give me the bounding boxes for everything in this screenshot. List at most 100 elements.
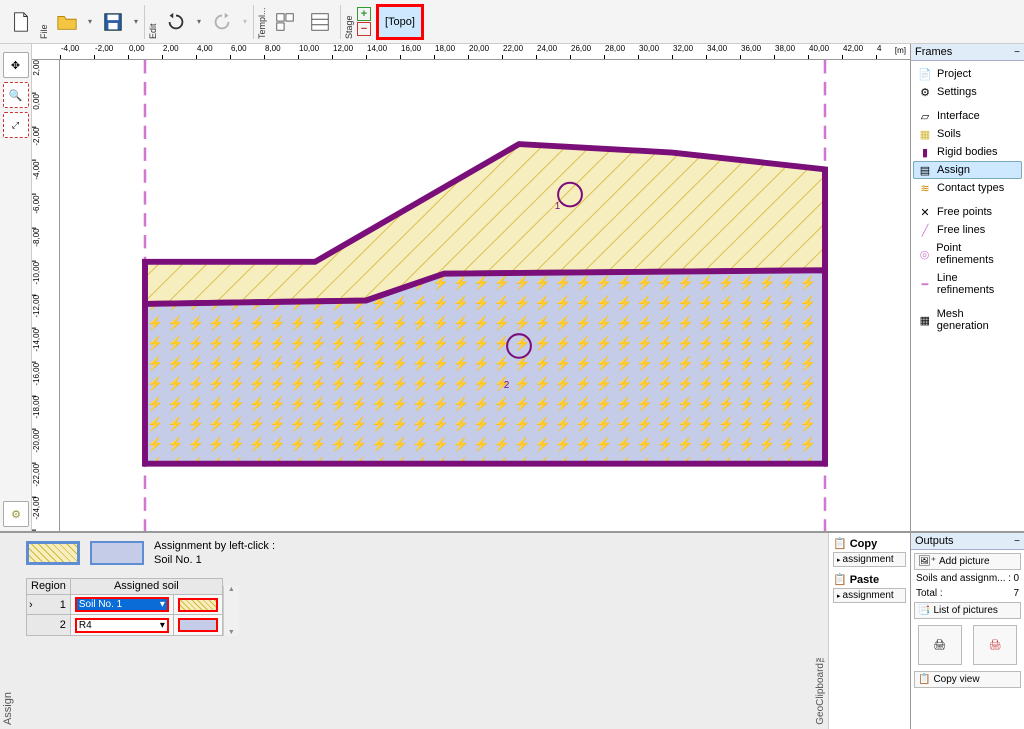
frames-title: Frames − <box>911 44 1024 61</box>
mesh-icon: ▦ <box>918 314 932 326</box>
undo-button[interactable] <box>159 2 193 42</box>
geometry-svg: ⚡ <box>60 60 910 531</box>
frames-panel: Frames − 📄Project ⚙Settings ▱Interface ▦… <box>910 44 1024 531</box>
print-button-2[interactable]: 🖨 <box>973 625 1017 665</box>
pan-tool[interactable]: ✥ <box>3 52 29 78</box>
contact-icon: ≋ <box>918 182 932 194</box>
soil1-swatch[interactable] <box>26 541 80 565</box>
stage-remove-button[interactable]: − <box>357 22 371 36</box>
outputs-collapse[interactable]: − <box>1014 536 1020 547</box>
fit-view-tool[interactable]: ⤢ <box>3 112 29 138</box>
move-icon: ✥ <box>11 59 20 72</box>
open-file-dropdown[interactable]: ▾ <box>85 2 95 42</box>
print-button-1[interactable]: 🖨 <box>918 625 962 665</box>
outputs-title: Outputs − <box>911 533 1024 550</box>
paste-heading: Paste <box>850 574 879 586</box>
undo-dropdown[interactable]: ▾ <box>194 2 204 42</box>
freelines-icon: ╱ <box>918 224 932 236</box>
geoclipboard-panel: 📋Copy ▸assignment 📋Paste ▸assignment <box>828 533 910 729</box>
folder-open-icon <box>56 11 78 33</box>
file-menu-label[interactable]: File <box>39 5 49 39</box>
view-toolbar: ✥ 🔍 ⤢ ⚙ <box>0 44 32 531</box>
soils-count: 0 <box>1013 573 1019 584</box>
zoom-window-tool[interactable]: 🔍 <box>3 82 29 108</box>
add-picture-button[interactable]: 🖼⁺Add picture <box>914 553 1021 570</box>
stage-menu-label[interactable]: Stage <box>344 5 354 39</box>
assign-hint-2: Soil No. 1 <box>154 553 275 567</box>
soil2-swatch[interactable] <box>90 541 144 565</box>
copy-heading: Copy <box>850 538 878 550</box>
row1-swatch[interactable] <box>178 598 218 612</box>
pointref-icon: ◎ <box>918 248 931 260</box>
region-2-label: 2 <box>504 380 510 391</box>
main-toolbar: File ▾ ▾ Edit ▾ ▾ Templ... Stage + − [To… <box>0 0 1024 44</box>
assign-panel: Assign Assignment by left-click : Soil N… <box>0 533 816 729</box>
frame-soils[interactable]: ▦Soils <box>913 125 1022 143</box>
soil-select-row2[interactable]: R4▾ <box>75 618 169 633</box>
new-file-button[interactable] <box>4 2 38 42</box>
geoclipboard-label: GeoClipboard™ <box>815 652 826 725</box>
frame-project[interactable]: 📄Project <box>913 65 1022 83</box>
interface-icon: ▱ <box>918 110 932 122</box>
table-scrollbar[interactable]: ▲▼ <box>223 586 239 636</box>
row2-swatch[interactable] <box>178 618 218 632</box>
templ-menu-label[interactable]: Templ... <box>257 5 267 39</box>
copy-view-button[interactable]: 📋Copy view <box>914 671 1021 688</box>
redo-dropdown[interactable]: ▾ <box>240 2 250 42</box>
ruler-vertical: 2,000,00-2,00-4,00-6,00-8,00-10,00-12,00… <box>32 60 60 531</box>
template-button-1[interactable] <box>268 2 302 42</box>
frame-mesh-generation[interactable]: ▦Mesh generation <box>913 305 1022 335</box>
assign-icon: ▤ <box>918 164 932 176</box>
frame-interface[interactable]: ▱Interface <box>913 107 1022 125</box>
template-icon <box>274 11 296 33</box>
printer-icon: 🖨 <box>933 640 946 651</box>
stage-add-button[interactable]: + <box>357 7 371 21</box>
outputs-panel: Outputs − 🖼⁺Add picture Soils and assign… <box>910 533 1024 729</box>
ruler-horizontal: -4,00-2,000,002,004,006,008,0010,0012,00… <box>32 44 910 60</box>
edit-menu-label[interactable]: Edit <box>148 5 158 39</box>
table-row[interactable]: 2 R4▾ <box>27 615 223 635</box>
assign-hint-1: Assignment by left-click : <box>154 539 275 553</box>
list-pictures-button[interactable]: 📑List of pictures <box>914 602 1021 619</box>
fit-icon: ⤢ <box>12 120 19 131</box>
frame-assign[interactable]: ▤Assign <box>913 161 1022 179</box>
gear-icon: ⚙ <box>11 508 21 521</box>
save-dropdown[interactable]: ▾ <box>131 2 141 42</box>
table-row[interactable]: ›1 Soil No. 1▾ <box>27 595 223 615</box>
redo-button[interactable] <box>205 2 239 42</box>
gear-icon: ⚙ <box>918 86 932 98</box>
project-icon: 📄 <box>918 68 932 80</box>
frame-free-points[interactable]: ✕Free points <box>913 203 1022 221</box>
region-table: Region Assigned soil ›1 Soil No. 1▾ 2 R4… <box>26 578 223 636</box>
col-assigned: Assigned soil <box>70 578 222 595</box>
topo-stage-button[interactable]: [Topo] <box>376 4 424 40</box>
frame-point-refinements[interactable]: ◎Point refinements <box>913 239 1022 269</box>
model-canvas[interactable]: -4,00-2,000,002,004,006,008,0010,0012,00… <box>32 44 910 531</box>
save-button[interactable] <box>96 2 130 42</box>
rigid-icon: ▮ <box>918 146 932 158</box>
template2-icon <box>309 11 331 33</box>
open-file-button[interactable] <box>50 2 84 42</box>
frames-collapse[interactable]: − <box>1014 47 1020 58</box>
save-icon <box>102 11 124 33</box>
soils-count-label: Soils and assignm... : <box>916 573 1011 584</box>
soil-select-row1[interactable]: Soil No. 1▾ <box>75 597 169 612</box>
frame-rigid-bodies[interactable]: ▮Rigid bodies <box>913 143 1022 161</box>
template-button-2[interactable] <box>303 2 337 42</box>
frame-settings[interactable]: ⚙Settings <box>913 83 1022 101</box>
paste-assignment-button[interactable]: ▸assignment <box>833 588 906 603</box>
copy-assignment-button[interactable]: ▸assignment <box>833 552 906 567</box>
frame-free-lines[interactable]: ╱Free lines <box>913 221 1022 239</box>
undo-icon <box>165 11 187 33</box>
paste-icon: 📋 <box>833 573 847 586</box>
assign-side-label: Assign <box>2 692 14 725</box>
total-count: 7 <box>1013 588 1019 599</box>
view-settings-button[interactable]: ⚙ <box>3 501 29 527</box>
list-icon: 📑 <box>918 605 930 616</box>
frame-line-refinements[interactable]: ━Line refinements <box>913 269 1022 299</box>
frame-contact-types[interactable]: ≋Contact types <box>913 179 1022 197</box>
printer-icon: 🖨 <box>989 640 1002 651</box>
ruler-x-unit: [m] <box>895 46 906 55</box>
topo-label: [Topo] <box>385 16 415 28</box>
soils-icon: ▦ <box>918 128 932 140</box>
